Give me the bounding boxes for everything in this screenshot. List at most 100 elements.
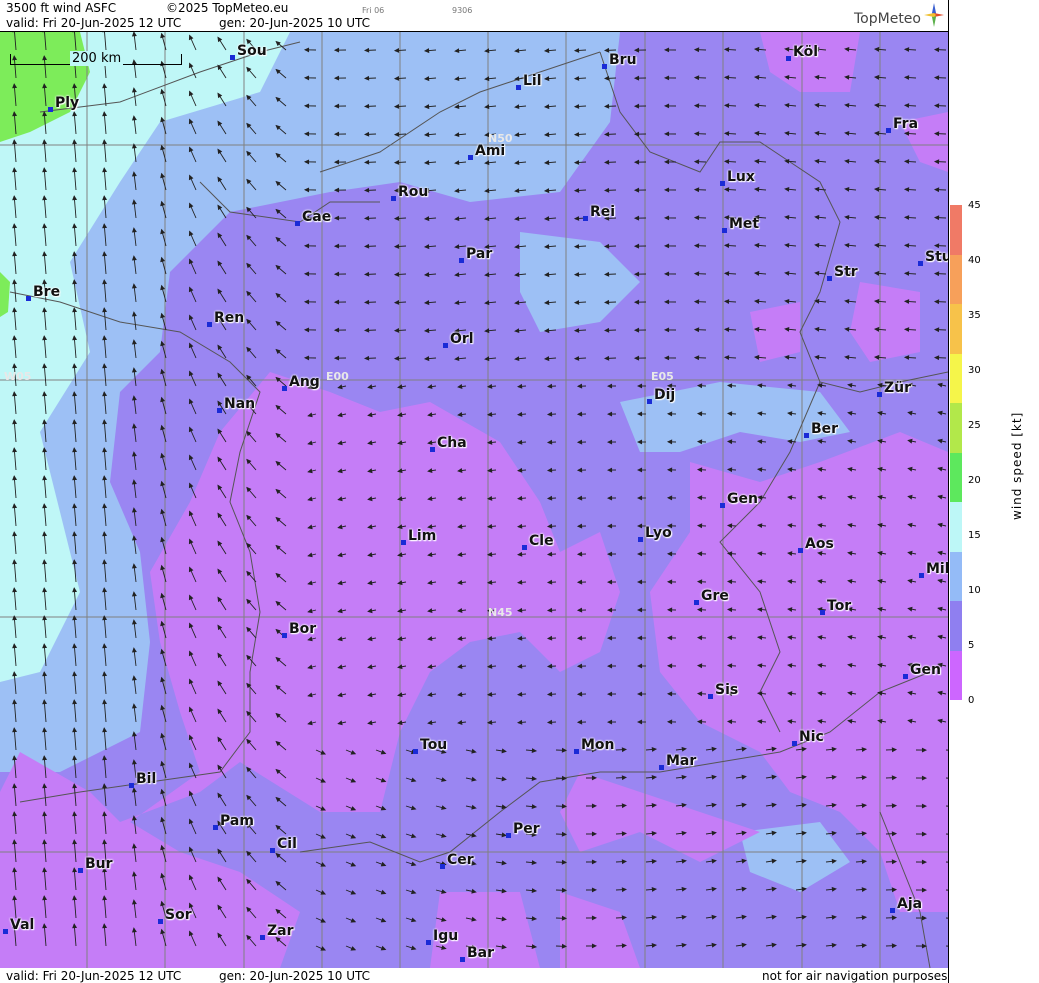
city-label: Bre — [33, 284, 61, 300]
city-marker — [468, 155, 473, 160]
city-label: Gre — [701, 588, 729, 604]
city-marker — [413, 749, 418, 754]
legend-tick-label: 35 — [968, 310, 981, 321]
city-marker — [516, 85, 521, 90]
city-marker — [720, 503, 725, 508]
city-label: Par — [466, 246, 493, 262]
city-marker — [158, 919, 163, 924]
city-marker — [213, 825, 218, 830]
city-marker — [647, 399, 652, 404]
city-marker — [804, 433, 809, 438]
run-code: 9306 — [452, 6, 473, 15]
city-label: Köl — [793, 44, 819, 60]
city-marker — [217, 408, 222, 413]
city-marker — [426, 940, 431, 945]
city-marker — [78, 868, 83, 873]
city-label: Lil — [523, 73, 542, 89]
city-marker — [574, 749, 579, 754]
compass-star-icon — [924, 3, 944, 27]
city-label: Sou — [237, 43, 267, 59]
city-marker — [459, 258, 464, 263]
legend-color-step — [950, 452, 962, 502]
city-label: Cae — [302, 209, 332, 225]
city-marker — [602, 64, 607, 69]
legend-color-step — [950, 601, 962, 651]
city-marker — [391, 196, 396, 201]
city-marker — [659, 765, 664, 770]
city-label: Cle — [529, 533, 554, 549]
city-label: Mon — [581, 737, 615, 753]
city-marker — [820, 610, 825, 615]
city-marker — [282, 386, 287, 391]
city-marker — [230, 55, 235, 60]
city-label: Str — [834, 264, 858, 280]
city-label: Aos — [805, 536, 834, 552]
city-marker — [430, 447, 435, 452]
city-label: Met — [729, 216, 760, 232]
copyright: ©2025 TopMeteo.eu — [166, 1, 289, 15]
city-marker — [786, 56, 791, 61]
legend-color-step — [950, 502, 962, 552]
city-label: Pam — [220, 813, 254, 829]
legend-color-step — [950, 304, 962, 354]
city-label: Zar — [267, 923, 294, 939]
city-label: Ply — [55, 95, 80, 111]
city-label: Sis — [715, 682, 739, 698]
wind-map: 200 km N50 N45 E00 E05 W05 Sou Bru Köl Lil P… — [0, 32, 948, 968]
city-label: Tou — [420, 737, 448, 753]
legend-title: wind speed [kt] — [1010, 411, 1024, 520]
city-marker — [207, 322, 212, 327]
legend-tick-label: 5 — [968, 640, 975, 651]
legend-tick-label: 25 — [968, 420, 981, 431]
footer-valid-time: valid: Fri 20-Jun-2025 12 UTC — [6, 969, 182, 983]
city-label: Ang — [289, 374, 320, 390]
wind-field — [0, 32, 948, 968]
city-marker — [282, 633, 287, 638]
legend-tick-label: 10 — [968, 585, 981, 596]
city-marker — [890, 908, 895, 913]
city-marker — [260, 935, 265, 940]
city-marker — [522, 545, 527, 550]
footer-generated-time: gen: 20-Jun-2025 10 UTC — [219, 969, 371, 983]
legend-tick-label: 0 — [968, 695, 975, 706]
legend-color-step — [950, 353, 962, 403]
grid-label-e05: E05 — [651, 370, 674, 383]
wind-speed-legend — [950, 205, 962, 700]
city-label: Val — [10, 917, 35, 933]
grid-label-w05: W05 — [4, 370, 32, 383]
city-label: Lux — [727, 169, 755, 185]
city-marker — [270, 848, 275, 853]
legend-color-step — [950, 254, 962, 304]
city-label: Cer — [447, 852, 474, 868]
city-label: Cil — [277, 836, 297, 852]
city-label: Bor — [289, 621, 317, 637]
city-marker — [48, 107, 53, 112]
city-label: Ber — [811, 421, 839, 437]
city-label: Orl — [450, 331, 474, 347]
city-label: Zür — [884, 380, 912, 396]
city-label: Bar — [467, 945, 495, 961]
legend-tick-label: 15 — [968, 530, 981, 541]
city-marker — [827, 276, 832, 281]
city-marker — [26, 296, 31, 301]
legend-color-step — [950, 205, 962, 255]
city-marker — [440, 864, 445, 869]
city-label: Tor — [827, 598, 852, 614]
product-title: 3500 ft wind ASFC — [6, 1, 117, 15]
city-marker — [3, 929, 8, 934]
city-label: Rei — [590, 204, 616, 220]
city-label: Stu — [925, 249, 948, 265]
city-marker — [918, 261, 923, 266]
legend-color-step — [950, 403, 962, 453]
city-label: Gen — [910, 662, 941, 678]
city-marker — [583, 216, 588, 221]
legend-color-step — [950, 650, 962, 700]
topmeteo-logo: TopMeteo — [854, 11, 921, 27]
city-label: Per — [513, 821, 540, 837]
grid-label-e00: E00 — [326, 370, 349, 383]
legend-tick-label: 40 — [968, 255, 981, 266]
city-marker — [506, 833, 511, 838]
city-marker — [460, 957, 465, 962]
city-label: Sor — [165, 907, 192, 923]
city-label: Gen — [727, 491, 758, 507]
